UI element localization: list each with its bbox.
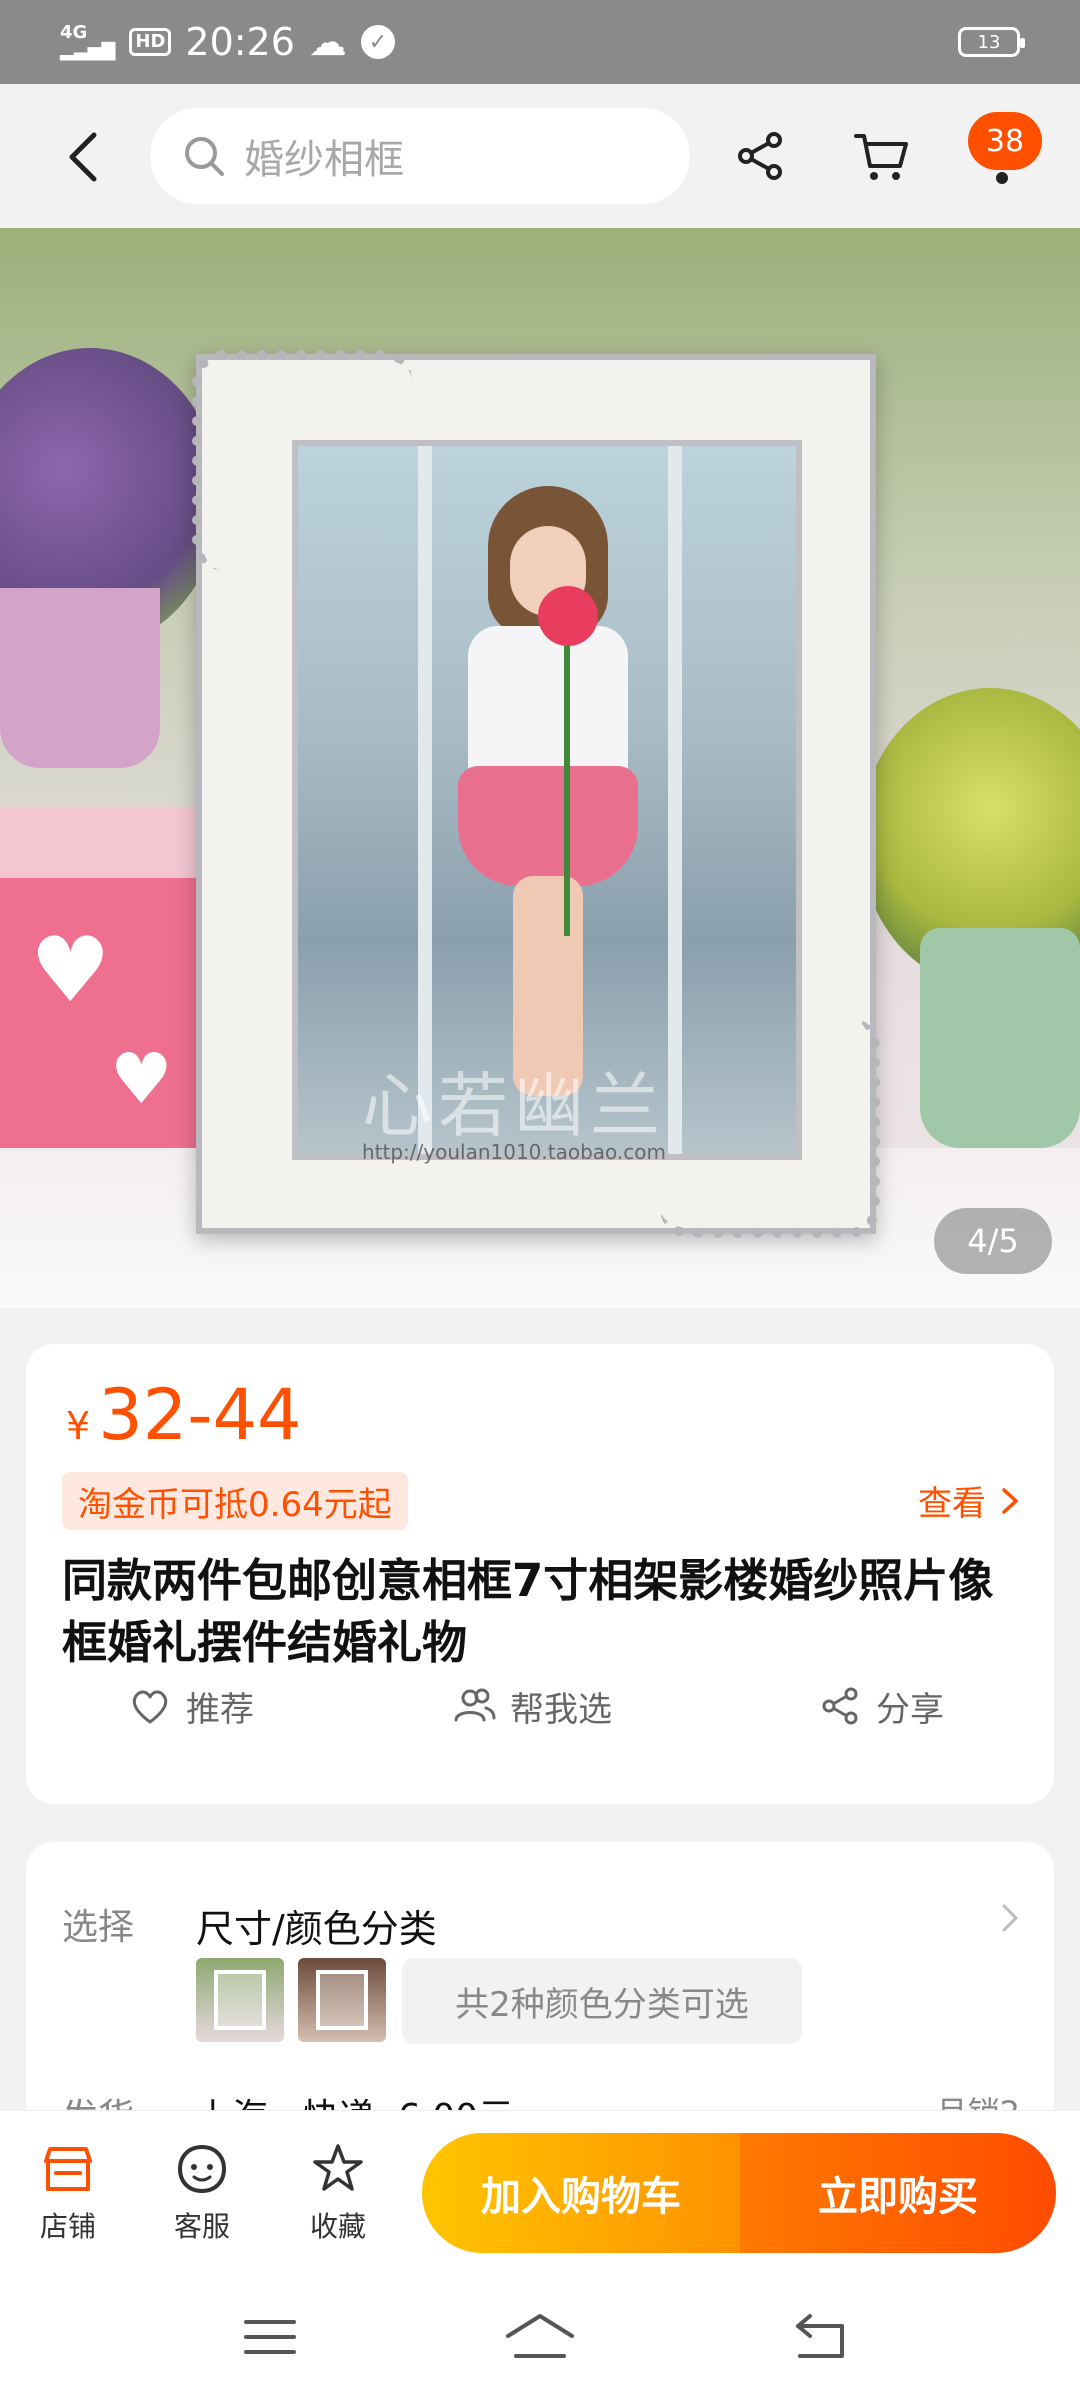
view-label: 查看 bbox=[918, 1484, 986, 1524]
gift-box-decoration: ♥ ♥ bbox=[0, 808, 200, 1168]
message-badge[interactable]: 38 bbox=[968, 112, 1042, 170]
status-bar: 4G ▂▃▅▇ HD 20:26 ☁ ✓ 13 bbox=[0, 0, 1080, 84]
store-label: 店铺 bbox=[39, 2210, 96, 2243]
cloud-icon: ☁ bbox=[308, 20, 347, 64]
frame-thumb-shape bbox=[214, 1970, 266, 2030]
variant-count-pill[interactable]: 共2种颜色分类可选 bbox=[402, 1958, 802, 2044]
help-me-choose-label: 帮我选 bbox=[510, 1689, 612, 1730]
favorite-label: 收藏 bbox=[309, 2210, 366, 2243]
price-card: ¥ 32-44 淘金币可抵0.64元起 查看 同款两件包邮创意相框7寸相架影楼婚… bbox=[26, 1344, 1054, 1804]
top-nav: 婚纱相框 38 bbox=[0, 84, 1080, 228]
heart-decoration: ♥ bbox=[30, 918, 111, 1023]
image-counter: 4/5 bbox=[934, 1208, 1052, 1274]
share-icon bbox=[822, 1687, 858, 1725]
hd-badge: HD bbox=[129, 28, 172, 56]
watermark-brand: 心若幽兰 bbox=[362, 1065, 666, 1147]
price: ¥ 32-44 bbox=[66, 1374, 302, 1456]
flower-stem bbox=[564, 636, 570, 936]
window-bar bbox=[668, 446, 682, 1154]
share-button[interactable]: 分享 bbox=[818, 1682, 944, 1731]
purchase-buttons: 加入购物车 立即购买 bbox=[422, 2133, 1056, 2253]
girl-shirt bbox=[468, 626, 628, 776]
battery-level: 13 bbox=[977, 31, 1001, 53]
recommend-label: 推荐 bbox=[186, 1689, 254, 1730]
photo-frame: 心若幽兰 http://youlan1010.taobao.com bbox=[192, 350, 880, 1238]
people-icon bbox=[454, 1688, 496, 1722]
girl-skirt bbox=[458, 766, 638, 886]
search-icon bbox=[185, 137, 224, 176]
pink-flower bbox=[538, 586, 598, 646]
more-dot-icon[interactable] bbox=[996, 172, 1008, 184]
customer-service-button[interactable]: 客服 bbox=[152, 2141, 252, 2245]
watermark-url: http://youlan1010.taobao.com bbox=[362, 1140, 667, 1164]
add-to-cart-button[interactable]: 加入购物车 bbox=[422, 2133, 740, 2253]
sku-selector-card[interactable]: 选择 尺寸/颜色分类 共2种颜色分类可选 发货 上海 · 快递: 6.00元 月… bbox=[26, 1842, 1054, 2142]
back-icon[interactable] bbox=[60, 129, 110, 185]
store-button[interactable]: 店铺 bbox=[18, 2141, 118, 2245]
signal-bars-icon: ▂▃▅▇ bbox=[60, 40, 116, 61]
buy-now-button[interactable]: 立即购买 bbox=[740, 2133, 1056, 2253]
product-image-carousel[interactable]: ♥ ♥ 心若幽兰 http://youlan1010.taobao.com 4/… bbox=[0, 228, 1080, 1308]
pot-decoration bbox=[920, 928, 1080, 1148]
help-me-choose-button[interactable]: 帮我选 bbox=[452, 1682, 612, 1731]
cart-icon[interactable] bbox=[852, 126, 912, 186]
store-icon bbox=[44, 2147, 92, 2191]
recommend-button[interactable]: 推荐 bbox=[128, 1682, 254, 1731]
menu-icon[interactable] bbox=[240, 2312, 300, 2362]
clock: 20:26 bbox=[185, 20, 295, 64]
status-left: 4G ▂▃▅▇ HD 20:26 ☁ ✓ bbox=[60, 20, 395, 64]
select-label: 选择 bbox=[62, 1907, 135, 1948]
variant-thumbnail[interactable] bbox=[298, 1958, 386, 2042]
cup-decoration bbox=[0, 588, 160, 768]
system-navigation-bar bbox=[0, 2276, 1080, 2400]
currency-symbol: ¥ bbox=[66, 1404, 91, 1448]
frame-thumb-shape bbox=[316, 1970, 368, 2030]
product-title: 同款两件包邮创意相框7寸相架影楼婚纱照片像框婚礼摆件结婚礼物 bbox=[62, 1554, 994, 1669]
search-placeholder: 婚纱相框 bbox=[244, 137, 404, 183]
check-icon: ✓ bbox=[360, 25, 395, 59]
share-label: 分享 bbox=[876, 1689, 944, 1730]
price-value: 32-44 bbox=[98, 1374, 302, 1456]
back-nav-icon[interactable] bbox=[792, 2312, 852, 2362]
variant-thumbnail[interactable] bbox=[196, 1958, 284, 2042]
signal-icon: 4G ▂▃▅▇ bbox=[60, 24, 115, 60]
share-icon[interactable] bbox=[730, 126, 790, 186]
favorite-button[interactable]: 收藏 bbox=[288, 2141, 388, 2245]
select-value: 尺寸/颜色分类 bbox=[196, 1907, 437, 1951]
bottom-action-bar: 店铺 客服 收藏 加入购物车 立即购买 bbox=[0, 2110, 1080, 2276]
view-link[interactable]: 查看 bbox=[918, 1476, 1020, 1525]
heart-decoration: ♥ bbox=[110, 1038, 173, 1120]
coin-discount-tag[interactable]: 淘金币可抵0.64元起 bbox=[62, 1472, 408, 1530]
service-label: 客服 bbox=[173, 2210, 230, 2243]
battery-icon: 13 bbox=[958, 27, 1025, 57]
star-icon bbox=[313, 2144, 363, 2191]
window-bar bbox=[418, 446, 432, 1154]
heart-icon bbox=[132, 1690, 168, 1724]
chevron-right-icon bbox=[1002, 1904, 1018, 1932]
chevron-right-icon bbox=[1002, 1487, 1018, 1514]
search-input[interactable]: 婚纱相框 bbox=[150, 108, 690, 204]
home-icon[interactable] bbox=[504, 2312, 576, 2362]
chat-face-icon bbox=[177, 2144, 227, 2194]
